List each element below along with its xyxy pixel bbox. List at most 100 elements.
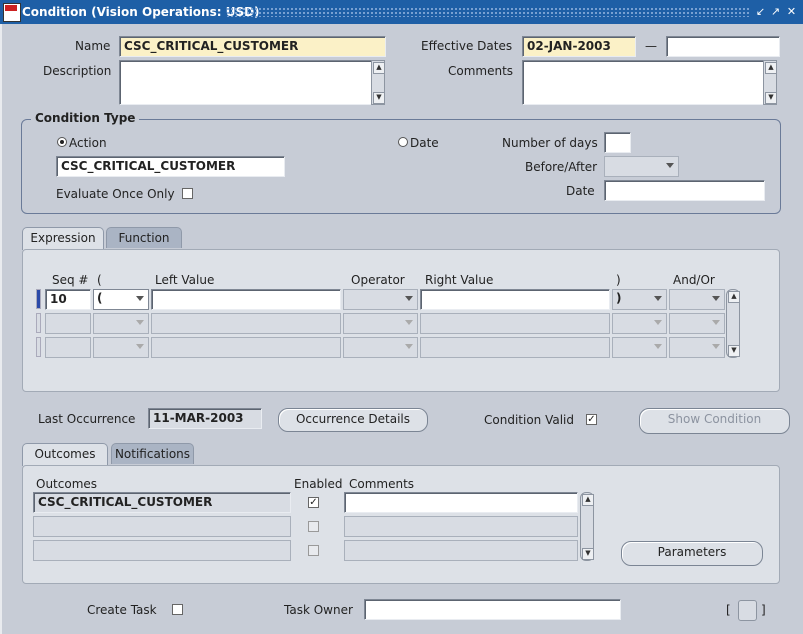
outcome-row-name[interactable] bbox=[33, 516, 291, 537]
col-operator-header: Operator bbox=[351, 273, 405, 287]
chevron-down-icon bbox=[136, 296, 144, 301]
scroll-down-icon[interactable]: ▼ bbox=[373, 92, 385, 104]
expression-row-right-value[interactable] bbox=[420, 289, 610, 310]
tab-expression[interactable]: Expression bbox=[22, 227, 104, 250]
col-lparen-header: ( bbox=[97, 273, 102, 287]
scroll-up-icon[interactable]: ▲ bbox=[582, 494, 594, 506]
outcome-row-comments[interactable] bbox=[344, 516, 578, 537]
expression-row-operator[interactable] bbox=[343, 337, 418, 358]
outcome-row-comments[interactable] bbox=[344, 540, 578, 561]
chevron-down-icon bbox=[666, 163, 674, 168]
tab-outcomes[interactable]: Outcomes bbox=[22, 443, 108, 466]
chevron-down-icon bbox=[712, 344, 720, 349]
expression-row-operator[interactable] bbox=[343, 313, 418, 334]
oracle-app-icon bbox=[3, 3, 21, 22]
tab-function[interactable]: Function bbox=[106, 227, 182, 248]
before-after-label: Before/After bbox=[525, 160, 598, 174]
col-comments-header: Comments bbox=[349, 477, 415, 491]
number-of-days-field[interactable] bbox=[604, 132, 631, 153]
expression-row-lparen[interactable]: ( bbox=[93, 289, 149, 310]
col-enabled-header: Enabled bbox=[294, 477, 343, 491]
expression-row-andor[interactable] bbox=[669, 289, 725, 310]
description-scrollbar[interactable]: ▲ ▼ bbox=[371, 60, 385, 105]
chevron-down-icon bbox=[405, 296, 413, 301]
expression-row-left-value[interactable] bbox=[151, 313, 341, 334]
occurrence-details-button[interactable]: Occurrence Details bbox=[278, 408, 428, 432]
scroll-down-icon[interactable]: ▼ bbox=[728, 345, 740, 357]
create-task-label: Create Task bbox=[87, 603, 157, 617]
expression-row-operator[interactable] bbox=[343, 289, 418, 310]
expression-scrollbar[interactable]: ▲ ▼ bbox=[726, 289, 740, 358]
effective-from-field[interactable]: 02-JAN-2003 bbox=[522, 36, 636, 57]
expression-row-left-value[interactable] bbox=[151, 289, 341, 310]
name-field[interactable]: CSC_CRITICAL_CUSTOMER bbox=[119, 36, 386, 57]
bracket-left: [ bbox=[726, 603, 731, 617]
row-indicator[interactable] bbox=[36, 289, 41, 309]
comments-label: Comments bbox=[448, 64, 514, 78]
effective-to-field[interactable] bbox=[666, 36, 780, 57]
col-andor-header: And/Or bbox=[673, 273, 715, 287]
parameters-button[interactable]: Parameters bbox=[621, 541, 763, 566]
outcome-row-name[interactable]: CSC_CRITICAL_CUSTOMER bbox=[33, 492, 291, 513]
outcome-row-comments[interactable] bbox=[344, 492, 578, 513]
outcome-row-enabled-checkbox[interactable] bbox=[308, 545, 319, 556]
col-left-value-header: Left Value bbox=[155, 273, 215, 287]
col-rparen-header: ) bbox=[616, 273, 621, 287]
scroll-down-icon[interactable]: ▼ bbox=[765, 92, 777, 104]
chevron-down-icon bbox=[136, 344, 144, 349]
expression-row-seq[interactable] bbox=[45, 313, 91, 334]
outcome-row-name[interactable] bbox=[33, 540, 291, 561]
date-radio[interactable] bbox=[398, 137, 408, 147]
chevron-down-icon bbox=[405, 320, 413, 325]
expression-row-rparen[interactable] bbox=[612, 313, 667, 334]
bracket-right: ] bbox=[761, 603, 766, 617]
condition-valid-checkbox[interactable]: ✓ bbox=[586, 414, 597, 425]
row-indicator[interactable] bbox=[36, 337, 41, 357]
action-radio[interactable] bbox=[57, 137, 67, 147]
task-owner-field[interactable] bbox=[364, 599, 621, 620]
expression-row-left-value[interactable] bbox=[151, 337, 341, 358]
expression-row-rparen[interactable] bbox=[612, 337, 667, 358]
date-field[interactable] bbox=[604, 180, 765, 201]
chevron-down-icon bbox=[654, 344, 662, 349]
scroll-up-icon[interactable]: ▲ bbox=[373, 62, 385, 74]
close-icon[interactable]: ✕ bbox=[785, 4, 798, 19]
chevron-down-icon bbox=[405, 344, 413, 349]
outcome-row-enabled-checkbox[interactable] bbox=[308, 521, 319, 532]
condition-type-title: Condition Type bbox=[31, 111, 140, 125]
scroll-down-icon[interactable]: ▼ bbox=[582, 548, 594, 560]
expression-row-lparen[interactable] bbox=[93, 313, 149, 334]
show-condition-button[interactable]: Show Condition bbox=[639, 408, 790, 434]
description-field[interactable] bbox=[119, 60, 372, 105]
expression-row-andor[interactable] bbox=[669, 337, 725, 358]
scroll-up-icon[interactable]: ▲ bbox=[728, 291, 740, 303]
evaluate-once-checkbox[interactable] bbox=[182, 188, 193, 199]
outcomes-scrollbar[interactable]: ▲ ▼ bbox=[580, 492, 594, 561]
descriptive-flexfield-button[interactable] bbox=[738, 600, 757, 621]
maximize-icon[interactable]: ↗ bbox=[769, 4, 782, 19]
create-task-checkbox[interactable] bbox=[172, 604, 183, 615]
minimize-icon[interactable]: ↙ bbox=[754, 4, 767, 19]
description-label: Description bbox=[43, 64, 112, 78]
scroll-up-icon[interactable]: ▲ bbox=[765, 62, 777, 74]
tab-notifications[interactable]: Notifications bbox=[111, 443, 194, 464]
chevron-down-icon bbox=[136, 320, 144, 325]
comments-field[interactable] bbox=[522, 60, 764, 105]
outcome-row-enabled-checkbox[interactable]: ✓ bbox=[308, 497, 319, 508]
expression-row-seq[interactable]: 10 bbox=[45, 289, 91, 310]
task-owner-label: Task Owner bbox=[284, 603, 353, 617]
window-title: Condition (Vision Operations: USD) bbox=[22, 5, 260, 19]
expression-row-right-value[interactable] bbox=[420, 313, 610, 334]
expression-row-rparen[interactable]: ) bbox=[612, 289, 667, 310]
row-indicator[interactable] bbox=[36, 313, 41, 333]
comments-scrollbar[interactable]: ▲ ▼ bbox=[763, 60, 777, 105]
action-field[interactable]: CSC_CRITICAL_CUSTOMER bbox=[56, 156, 285, 177]
date-label: Date bbox=[566, 184, 595, 198]
before-after-select[interactable] bbox=[604, 156, 679, 177]
expression-row-andor[interactable] bbox=[669, 313, 725, 334]
number-of-days-label: Number of days bbox=[502, 136, 598, 150]
expression-row-lparen[interactable] bbox=[93, 337, 149, 358]
condition-valid-label: Condition Valid bbox=[484, 413, 574, 427]
expression-row-seq[interactable] bbox=[45, 337, 91, 358]
expression-row-right-value[interactable] bbox=[420, 337, 610, 358]
